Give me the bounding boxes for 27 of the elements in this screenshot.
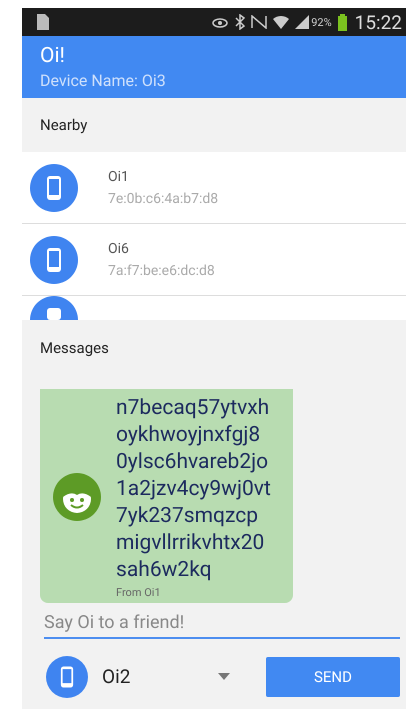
message-input[interactable]: Say Oi to a friend! bbox=[44, 610, 400, 639]
phone-icon bbox=[30, 236, 78, 284]
section-title: Messages bbox=[40, 339, 109, 357]
device-name: Device Name: Oi3 bbox=[40, 71, 167, 90]
phone-icon bbox=[30, 164, 78, 212]
recipient-dropdown[interactable]: Oi2 bbox=[102, 665, 234, 688]
app-title: Oi! bbox=[40, 44, 66, 68]
phone-icon bbox=[46, 656, 88, 698]
wifi-icon bbox=[273, 14, 290, 30]
bluetooth-icon bbox=[235, 14, 246, 30]
message-sender: From Oi1 bbox=[116, 586, 162, 599]
sim-card-icon bbox=[36, 13, 50, 31]
device-list-item[interactable]: Oi1 7e:0b:c6:4a:b7:d8 bbox=[22, 152, 406, 224]
device-list-item[interactable]: Oi6 7a:f7:be:e6:dc:d8 bbox=[22, 224, 406, 296]
message-text: n7becaq57ytvxh oykhwoyjnxfgj8 0ylsc6hvareb2jo 1a2jzv4cy9wj0vt 7yk237smqzcp migvllrrikvhtx20 sah6w2kq bbox=[116, 395, 271, 584]
device-address: 7a:f7:be:e6:dc:d8 bbox=[108, 262, 215, 278]
eye-icon bbox=[211, 16, 230, 28]
battery-icon bbox=[338, 14, 347, 30]
face-icon bbox=[53, 473, 101, 521]
clock-time: 15:22 bbox=[354, 10, 402, 34]
device-address: 7e:0b:c6:4a:b7:d8 bbox=[108, 190, 218, 206]
caret-icon bbox=[218, 673, 230, 680]
signal-icon bbox=[295, 15, 310, 29]
battery-percent: 92% bbox=[311, 16, 332, 28]
device-name: Oi1 bbox=[108, 168, 130, 184]
device-name: Oi6 bbox=[108, 240, 130, 256]
section-title: Nearby bbox=[40, 116, 88, 134]
